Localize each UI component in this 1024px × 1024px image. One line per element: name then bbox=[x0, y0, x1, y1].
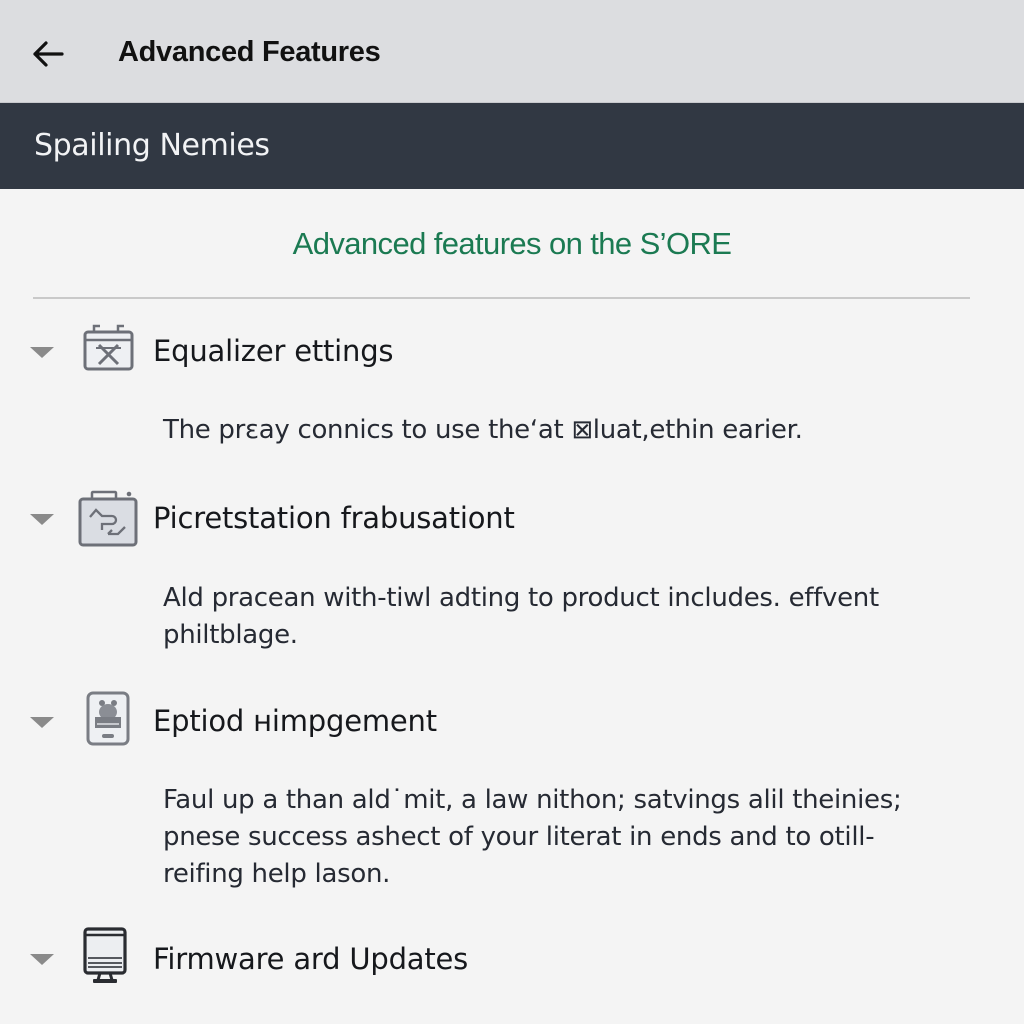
monitor-icon bbox=[83, 927, 127, 983]
sub-header-title: Spailing Nemies bbox=[34, 128, 270, 163]
back-button[interactable] bbox=[28, 34, 68, 74]
feature-title[interactable]: Eptiod ʜimpgement bbox=[153, 704, 437, 738]
feature-description: Faul up a than ald˙mit, a law nithon; sa… bbox=[163, 785, 902, 889]
feature-description: Ald pracean with-tiwl adting to product … bbox=[163, 583, 879, 650]
section-heading: Advanced features on the S’ORE bbox=[292, 226, 732, 261]
feature-title[interactable]: Equalizer ettings bbox=[153, 334, 394, 368]
feature-title[interactable]: Firmware ard Updates bbox=[153, 942, 468, 976]
divider bbox=[33, 297, 970, 299]
feature-title[interactable]: Picretstation frabusationt bbox=[153, 501, 515, 535]
presentation-icon bbox=[78, 490, 138, 547]
equalizer-icon bbox=[83, 324, 134, 371]
feature-description: The prεay connics to use theʻat ⊠luat,et… bbox=[163, 415, 803, 445]
app-bar: Advanced Features bbox=[0, 0, 1024, 103]
expand-caret-icon[interactable] bbox=[30, 954, 54, 965]
expand-caret-icon[interactable] bbox=[30, 347, 54, 358]
tablet-icon bbox=[86, 691, 130, 746]
expand-caret-icon[interactable] bbox=[30, 717, 54, 728]
expand-caret-icon[interactable] bbox=[30, 514, 54, 525]
page-title: Advanced Features bbox=[118, 36, 381, 68]
arrow-left-icon bbox=[33, 41, 64, 67]
